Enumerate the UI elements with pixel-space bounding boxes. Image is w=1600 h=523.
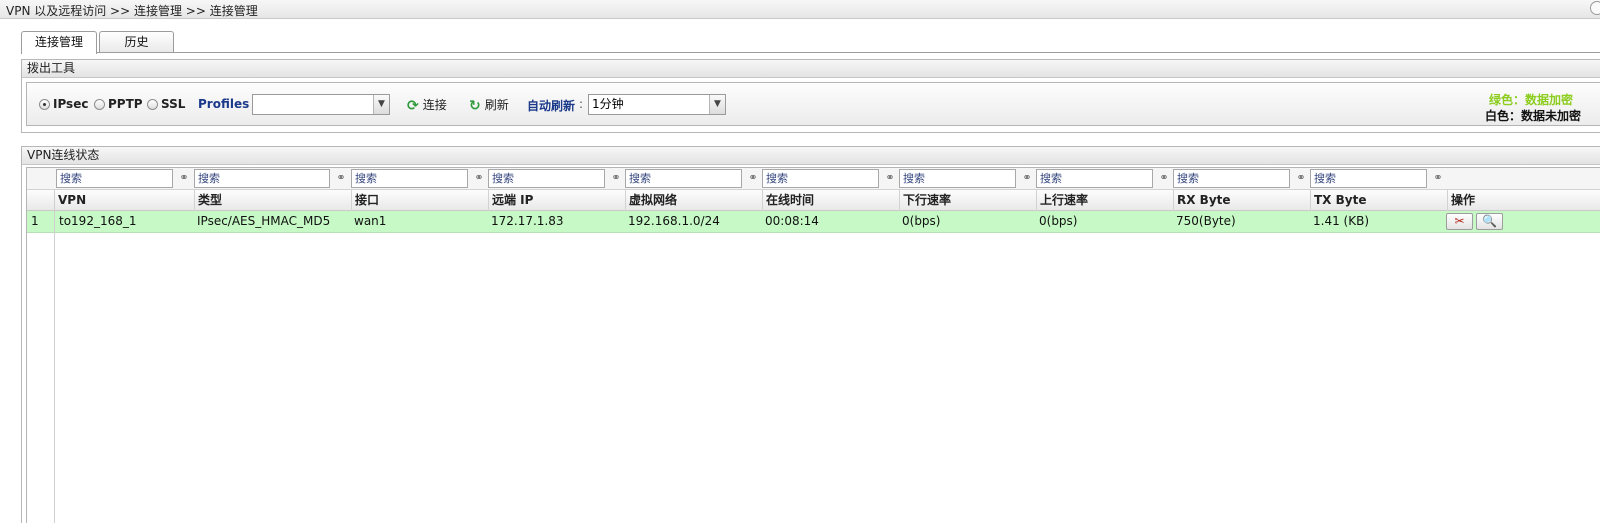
vpn-status-title: VPN连线状态 xyxy=(22,147,1600,165)
search-input-rx-byte[interactable] xyxy=(1173,169,1290,188)
cell-up-rate: 0(bps) xyxy=(1039,214,1078,228)
chevron-down-icon: ▼ xyxy=(709,95,725,114)
search-cell-virtual-network: ⚭ xyxy=(625,169,762,188)
column-header-virtual-network[interactable]: 虚拟网络 xyxy=(625,190,762,211)
breadcrumb: VPN 以及远程访问 >> 连接管理 >> 连接管理 xyxy=(6,4,258,18)
connect-label: 连接 xyxy=(422,98,447,112)
column-header-up-rate[interactable]: 上行速率 xyxy=(1036,190,1173,211)
filter-icon[interactable]: ⚭ xyxy=(176,171,192,185)
search-cell-down-rate: ⚭ xyxy=(899,169,1036,188)
legend-encrypted: 绿色：数据加密 xyxy=(1489,93,1574,107)
radio-pptp-label[interactable]: PPTP xyxy=(108,97,143,111)
radio-ssl[interactable] xyxy=(147,99,158,110)
cell-interface: wan1 xyxy=(354,214,387,228)
cell-tx-byte: 1.41 (KB) xyxy=(1313,214,1369,228)
column-header-actions: 操作 xyxy=(1447,190,1600,211)
dial-out-panel: 拨出工具 IPsec PPTP SSL Profiles : ▼ ⟳ 连接 ↻ 刷新… xyxy=(21,59,1600,133)
filter-icon[interactable]: ⚭ xyxy=(1430,171,1446,185)
filter-icon[interactable]: ⚭ xyxy=(1156,171,1172,185)
auto-refresh-colon: : xyxy=(579,97,584,111)
filter-icon[interactable]: ⚭ xyxy=(608,171,624,185)
disconnect-button[interactable]: ✂ xyxy=(1446,213,1473,230)
title-bar: VPN 以及远程访问 >> 连接管理 >> 连接管理 xyxy=(0,0,1600,19)
cell-online-time: 00:08:14 xyxy=(765,214,819,228)
connect-icon: ⟳ xyxy=(407,98,419,114)
column-header-interface[interactable]: 接口 xyxy=(351,190,488,211)
row-index: 1 xyxy=(31,214,39,228)
search-input-tx-byte[interactable] xyxy=(1310,169,1427,188)
dial-out-title: 拨出工具 xyxy=(22,60,1600,78)
search-cell-online-time: ⚭ xyxy=(762,169,899,188)
search-cell-interface: ⚭ xyxy=(351,169,488,188)
filter-icon[interactable]: ⚭ xyxy=(1293,171,1309,185)
search-input-vpn[interactable] xyxy=(56,169,173,188)
auto-refresh-label: 自动刷新 xyxy=(527,99,576,113)
search-input-virtual-network[interactable] xyxy=(625,169,742,188)
cell-remote-ip: 172.17.1.83 xyxy=(491,214,564,228)
tab-history[interactable]: 历史 xyxy=(99,31,174,53)
legend-unencrypted: 白色：数据未加密 xyxy=(1485,109,1582,123)
search-cell-up-rate: ⚭ xyxy=(1036,169,1173,188)
search-cell-tx-byte: ⚭ xyxy=(1310,169,1447,188)
vpn-status-panel: VPN连线状态 ⚭ ⚭ ⚭ ⚭ ⚭ xyxy=(21,146,1600,523)
detail-icon: 🔍 xyxy=(1482,214,1497,228)
filter-icon[interactable]: ⚭ xyxy=(1019,171,1035,185)
detail-button[interactable]: 🔍 xyxy=(1476,213,1503,230)
search-input-up-rate[interactable] xyxy=(1036,169,1153,188)
radio-pptp[interactable] xyxy=(94,99,105,110)
filter-icon[interactable]: ⚭ xyxy=(333,171,349,185)
refresh-label: 刷新 xyxy=(484,98,509,112)
search-cell-rx-byte: ⚭ xyxy=(1173,169,1310,188)
auto-refresh-select-value: 1分钟 xyxy=(592,97,624,111)
column-header-tx-byte[interactable]: TX Byte xyxy=(1310,190,1447,211)
search-cell-remote-ip: ⚭ xyxy=(488,169,625,188)
disconnect-icon: ✂ xyxy=(1454,214,1465,228)
cell-vpn: to192_168_1 xyxy=(59,214,137,228)
tab-connection-management[interactable]: 连接管理 xyxy=(21,31,97,54)
cell-type: IPsec/AES_HMAC_MD5 xyxy=(197,214,331,228)
auto-refresh-select[interactable]: 1分钟 ▼ xyxy=(588,94,726,115)
search-input-remote-ip[interactable] xyxy=(488,169,605,188)
search-input-type[interactable] xyxy=(194,169,330,188)
vpn-status-grid: ⚭ ⚭ ⚭ ⚭ ⚭ ⚭ ⚭ xyxy=(26,167,1600,523)
filter-icon[interactable]: ⚭ xyxy=(471,171,487,185)
column-header-vpn[interactable]: VPN xyxy=(54,190,194,211)
search-cell-vpn: ⚭ xyxy=(56,169,193,188)
search-input-online-time[interactable] xyxy=(762,169,879,188)
filter-icon[interactable]: ⚭ xyxy=(745,171,761,185)
column-header-down-rate[interactable]: 下行速率 xyxy=(899,190,1036,211)
index-column-divider xyxy=(54,190,55,523)
column-header-online-time[interactable]: 在线时间 xyxy=(762,190,899,211)
search-cell-type: ⚭ xyxy=(194,169,350,188)
window-corner-button[interactable] xyxy=(1590,1,1600,15)
radio-ipsec-label[interactable]: IPsec xyxy=(53,97,88,111)
search-filter-row: ⚭ ⚭ ⚭ ⚭ ⚭ ⚭ ⚭ xyxy=(27,168,1600,190)
dial-out-toolbar: IPsec PPTP SSL Profiles : ▼ ⟳ 连接 ↻ 刷新 自动刷新… xyxy=(26,82,1600,126)
cell-down-rate: 0(bps) xyxy=(902,214,941,228)
profiles-select[interactable]: ▼ xyxy=(252,94,390,115)
column-header-rx-byte[interactable]: RX Byte xyxy=(1173,190,1310,211)
column-header-type[interactable]: 类型 xyxy=(194,190,351,211)
column-header-remote-ip[interactable]: 远端 IP xyxy=(488,190,625,211)
table-row[interactable]: 1 to192_168_1 IPsec/AES_HMAC_MD5 wan1 17… xyxy=(27,211,1600,233)
table-header: VPN 类型 接口 远端 IP 虚拟网络 在线时间 下行速率 上行速率 RX B… xyxy=(27,190,1600,211)
profiles-label: Profiles : xyxy=(198,97,259,111)
refresh-button[interactable]: ↻ 刷新 xyxy=(469,96,509,114)
radio-ipsec[interactable] xyxy=(39,99,50,110)
filter-icon[interactable]: ⚭ xyxy=(882,171,898,185)
tab-divider xyxy=(21,52,1600,53)
cell-rx-byte: 750(Byte) xyxy=(1176,214,1236,228)
chevron-down-icon: ▼ xyxy=(373,95,389,114)
search-input-down-rate[interactable] xyxy=(899,169,1016,188)
search-input-interface[interactable] xyxy=(351,169,468,188)
radio-ssl-label[interactable]: SSL xyxy=(161,97,185,111)
connect-button[interactable]: ⟳ 连接 xyxy=(407,96,447,114)
refresh-icon: ↻ xyxy=(469,98,481,114)
cell-virtual-network: 192.168.1.0/24 xyxy=(628,214,720,228)
